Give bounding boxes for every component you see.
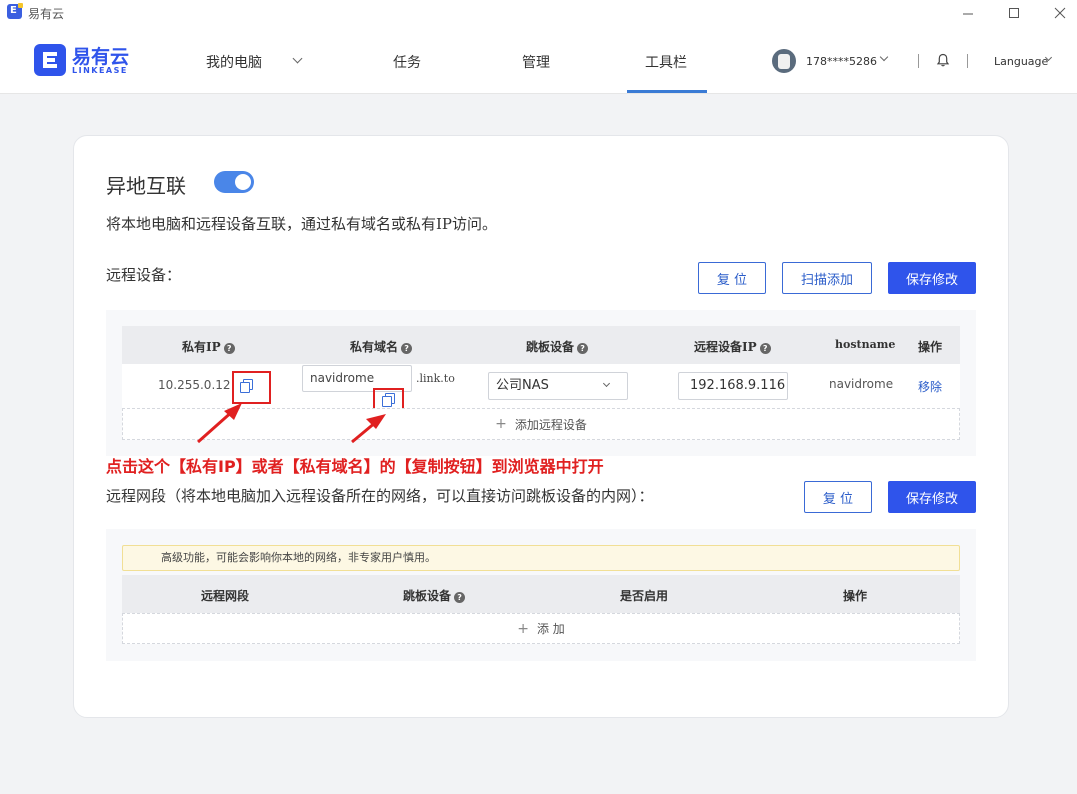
- app-header: 易有云 LINKEASE 我的电脑 任务 管理 工具栏 178****5286 …: [0, 26, 1077, 94]
- app-logo-letter: E: [10, 5, 17, 16]
- close-icon: [1054, 7, 1066, 19]
- private-ip-value: 10.255.0.12: [158, 378, 231, 392]
- help-icon[interactable]: ?: [759, 343, 771, 354]
- window-titlebar: E 易有云: [0, 0, 1077, 26]
- warning-banner: 高级功能，可能会影响你本地的网络，非专家用户慎用。: [122, 545, 960, 571]
- col-segment-jump-device: 跳板设备?: [403, 587, 466, 604]
- plus-icon: +: [495, 416, 507, 432]
- user-chevron-down-icon[interactable]: [879, 52, 889, 62]
- col-segment-action: 操作: [843, 589, 868, 603]
- language-selector[interactable]: Language: [994, 55, 1048, 68]
- col-action: 操作: [918, 340, 943, 354]
- section-title: 异地互联: [106, 174, 186, 198]
- segments-save-button[interactable]: 保存修改: [888, 481, 976, 513]
- header-divider: [967, 54, 968, 68]
- maximize-button[interactable]: [994, 2, 1034, 24]
- annotation-text: 点击这个【私有IP】或者【私有域名】的【复制按钮】到浏览器中打开: [106, 457, 604, 476]
- header-divider: [918, 54, 919, 68]
- help-icon[interactable]: ?: [454, 592, 466, 603]
- add-segment-button[interactable]: + 添 加: [122, 613, 960, 644]
- col-remote-ip: 远程设备IP?: [694, 338, 771, 355]
- minimize-button[interactable]: [948, 2, 988, 24]
- col-remote-segment: 远程网段: [201, 589, 250, 603]
- plus-icon: +: [517, 620, 529, 637]
- nav-tasks[interactable]: 任务: [393, 52, 421, 72]
- help-icon[interactable]: ?: [223, 343, 235, 354]
- col-private-ip: 私有IP?: [182, 338, 235, 355]
- col-jump-device: 跳板设备?: [526, 338, 589, 355]
- remote-interconnect-toggle[interactable]: [214, 171, 254, 193]
- col-enabled: 是否启用: [620, 589, 669, 603]
- remote-segments-title: 远程网段（将本地电脑加入远程设备所在的网络，可以直接访问跳板设备的内网）：: [106, 487, 654, 505]
- minimize-icon: [963, 13, 973, 15]
- avatar[interactable]: [772, 49, 796, 73]
- col-hostname: hostname: [835, 338, 896, 351]
- maximize-icon: [1009, 8, 1019, 18]
- hostname-value: navidrome: [829, 377, 894, 391]
- remote-ip-input[interactable]: 192.168.9.116: [678, 372, 788, 400]
- help-icon[interactable]: ?: [577, 343, 589, 354]
- nav-active-indicator: [627, 90, 707, 93]
- nav-manage[interactable]: 管理: [522, 52, 550, 72]
- brand-mark-icon: [34, 44, 66, 76]
- brand-sub: LINKEASE: [72, 66, 128, 75]
- app-logo-icon: E: [7, 3, 23, 19]
- save-button[interactable]: 保存修改: [888, 262, 976, 294]
- bell-icon[interactable]: [936, 53, 950, 67]
- window-title: 易有云: [28, 7, 65, 21]
- annotation-arrows-icon: [197, 403, 386, 444]
- nav-my-computer[interactable]: 我的电脑: [206, 52, 262, 72]
- section-description: 将本地电脑和远程设备互联，通过私有域名或私有IP访问。: [106, 215, 498, 233]
- chevron-down-icon[interactable]: [292, 53, 303, 64]
- close-button[interactable]: [1040, 2, 1077, 24]
- domain-suffix: .link.to: [416, 372, 455, 385]
- user-name[interactable]: 178****5286: [806, 55, 877, 68]
- nav-toolbar[interactable]: 工具栏: [645, 52, 687, 72]
- add-segment-label: 添 加: [536, 622, 565, 636]
- remote-devices-title: 远程设备：: [106, 266, 182, 284]
- segments-reset-button[interactable]: 复 位: [804, 481, 872, 513]
- add-remote-device-label: 添加远程设备: [514, 417, 587, 432]
- brand-name: 易有云: [72, 46, 130, 68]
- help-icon[interactable]: ?: [401, 343, 413, 354]
- remove-link[interactable]: 移除: [918, 378, 942, 395]
- reset-button[interactable]: 复 位: [698, 262, 766, 294]
- scan-add-button[interactable]: 扫描添加: [782, 262, 872, 294]
- col-private-domain: 私有域名?: [350, 338, 413, 355]
- brand-logo[interactable]: 易有云 LINKEASE: [34, 44, 134, 76]
